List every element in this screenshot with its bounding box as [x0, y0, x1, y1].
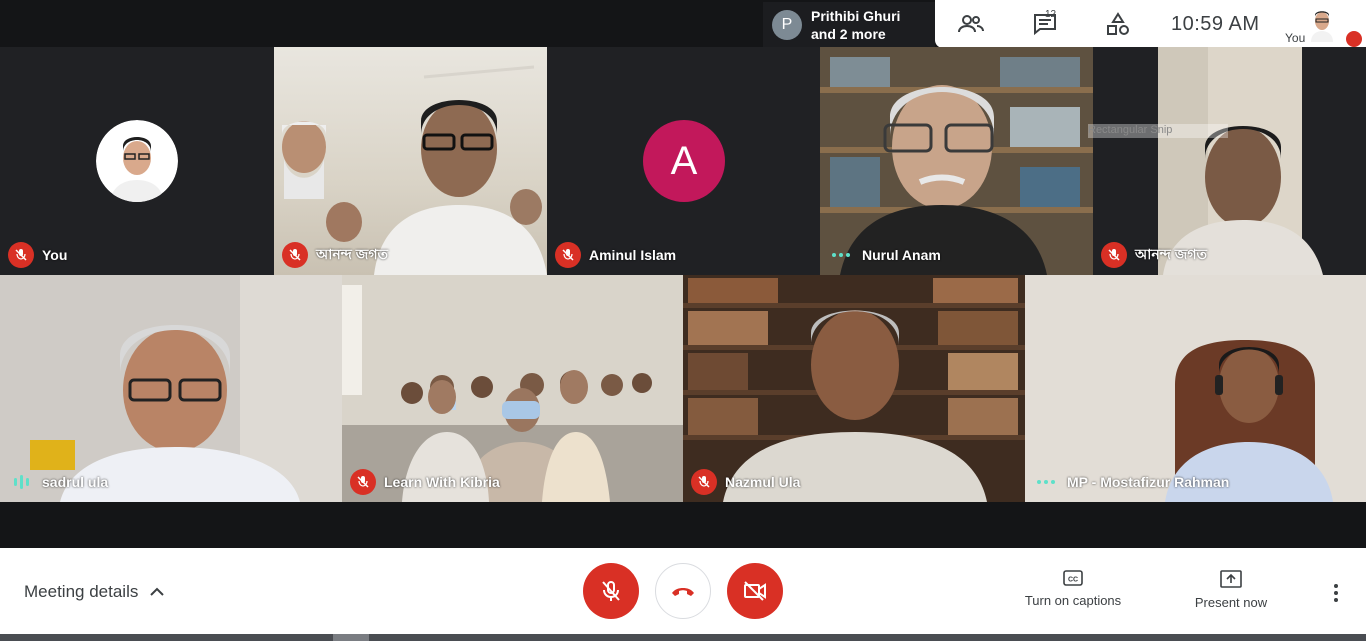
participant-tile-6[interactable]: sadrul ula — [0, 275, 342, 502]
rectangular-snip-overlay: Rectangular Snip — [1088, 124, 1228, 138]
presenter-name: Prithibi Ghuri — [811, 7, 901, 24]
participant-name: আনন্দ জগত — [1135, 246, 1208, 262]
participant-name: আনন্দ জগত — [316, 246, 389, 262]
mic-off-icon — [1101, 242, 1127, 268]
self-view-panel[interactable]: You — [1280, 0, 1366, 48]
leave-call-button[interactable] — [655, 563, 711, 619]
presenter-text: Prithibi Ghuri and 2 more — [811, 7, 900, 43]
meeting-details-button[interactable]: Meeting details — [24, 582, 165, 602]
tile-name-bar: Nurul Anam — [820, 235, 1093, 275]
captions-label: Turn on captions — [1024, 593, 1122, 608]
horizontal-scrollbar[interactable] — [0, 634, 1366, 641]
speaking-icon — [8, 475, 34, 489]
presenter-indicator[interactable]: P Prithibi Ghuri and 2 more — [763, 2, 935, 47]
mic-off-icon — [555, 242, 581, 268]
participant-tile-4[interactable]: Nurul Anam — [820, 47, 1093, 275]
svg-text:CC: CC — [1068, 577, 1078, 584]
participant-tile-3[interactable]: A Aminul Islam — [547, 47, 820, 275]
camera-toggle-button[interactable] — [727, 563, 783, 619]
participant-name: You — [42, 247, 68, 263]
audio-activity-icon — [828, 253, 854, 257]
presenter-more: and 2 more — [811, 25, 886, 42]
participant-name: Aminul Islam — [589, 247, 677, 263]
mic-off-icon — [350, 469, 376, 495]
participant-tile-9[interactable]: MP - Mostafizur Rahman — [1025, 275, 1366, 502]
participant-avatar — [96, 120, 178, 202]
tile-name-bar: Nazmul Ula — [683, 462, 1025, 502]
more-options-icon[interactable] — [1326, 582, 1346, 604]
closed-captions-icon: CC — [1063, 570, 1083, 586]
meeting-details-label: Meeting details — [24, 582, 139, 601]
chevron-up-icon — [150, 587, 165, 596]
tile-name-bar: আনন্দ জগত — [1093, 235, 1366, 275]
present-label: Present now — [1194, 595, 1268, 610]
participant-name: sadrul ula — [42, 474, 109, 490]
mic-off-icon — [602, 581, 620, 601]
participant-avatar: A — [643, 120, 725, 202]
self-label: You — [1285, 31, 1306, 45]
participant-tile-8[interactable]: Nazmul Ula — [683, 275, 1025, 502]
clock: 10:59 AM — [1171, 13, 1260, 35]
participant-name: Nurul Anam — [862, 247, 941, 263]
present-now-button[interactable]: Present now — [1187, 570, 1275, 610]
tile-name-bar: আনন্দ জগত — [274, 235, 547, 275]
scrollbar-thumb[interactable] — [333, 634, 369, 641]
grid-bottom-spacer — [0, 502, 1366, 548]
mic-off-icon — [282, 242, 308, 268]
mic-off-icon — [8, 242, 34, 268]
participant-tile-7[interactable]: Learn With Kibria — [342, 275, 683, 502]
tile-name-bar: Learn With Kibria — [342, 462, 683, 502]
participant-tile-5[interactable]: আনন্দ জগত — [1093, 47, 1366, 275]
tile-name-bar: MP - Mostafizur Rahman — [1025, 462, 1366, 502]
participant-name: MP - Mostafizur Rahman — [1067, 474, 1230, 490]
shapes-icon[interactable] — [1105, 12, 1131, 36]
presenter-avatar: P — [772, 9, 802, 40]
chat-icon[interactable] — [1032, 12, 1058, 36]
tile-name-bar: You — [0, 235, 274, 275]
tile-name-bar: Aminul Islam — [547, 235, 820, 275]
captions-button[interactable]: CC Turn on captions — [1018, 570, 1128, 608]
present-screen-icon — [1220, 570, 1242, 588]
participant-tile-you[interactable]: You — [0, 47, 274, 275]
hang-up-icon — [672, 588, 694, 596]
self-mute-icon — [1346, 31, 1362, 47]
participant-tile-2[interactable]: আনন্দ জগত — [274, 47, 547, 275]
camera-off-icon — [744, 581, 766, 601]
mic-off-icon — [691, 469, 717, 495]
audio-activity-icon — [1033, 480, 1059, 484]
participant-name: Learn With Kibria — [384, 474, 500, 490]
microphone-toggle-button[interactable] — [583, 563, 639, 619]
bottom-control-bar: Meeting details CC Turn on captions Pres… — [0, 548, 1366, 641]
participant-name: Nazmul Ula — [725, 474, 801, 490]
tile-name-bar: sadrul ula — [0, 462, 342, 502]
people-icon[interactable] — [958, 12, 984, 36]
self-thumbnail-avatar — [1311, 11, 1333, 42]
